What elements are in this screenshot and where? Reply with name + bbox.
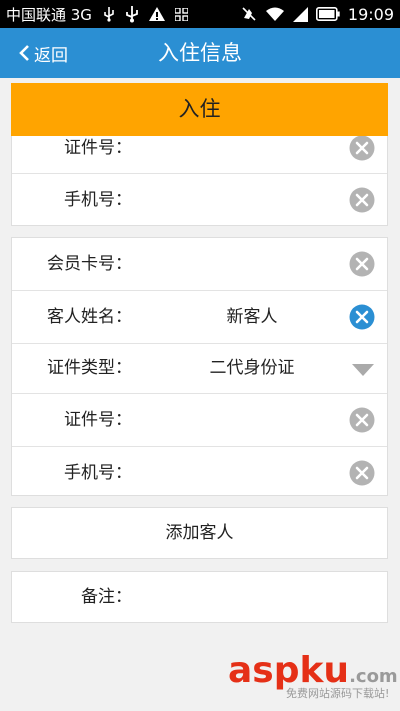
watermark-suffix: .com [349,666,398,687]
status-time: 19:09 [347,4,394,24]
phone-row: 手机号： [12,174,387,226]
usb-icon [104,7,114,22]
clear-icon[interactable] [349,187,375,213]
status-bar: 中国联通 3G 19:09 [0,0,400,28]
member-card-field[interactable] [162,238,342,290]
phone-label-2: 手机号： [64,463,132,483]
guest-name-row: 客人姓名： 新客人 [12,291,387,344]
grid-icon [174,7,188,21]
nav-bar: 返回 入住信息 [0,28,400,78]
id-type-row[interactable]: 证件类型： 二代身份证 [12,344,387,394]
id-number-row-2: 证件号： [12,394,387,447]
clear-icon[interactable] [349,135,375,161]
clear-icon[interactable] [349,407,375,433]
member-card-label: 会员卡号： [47,254,132,274]
watermark-tagline: 免费网站源码下载站! [286,687,390,700]
clear-icon[interactable] [349,460,375,486]
status-icons-left [102,5,188,23]
remarks-label: 备注： [81,587,132,607]
guest-name-field[interactable]: 新客人 [162,291,342,343]
status-icons-right: 19:09 [241,0,394,28]
member-card-row: 会员卡号： [12,238,387,291]
guest-card-2: 会员卡号： 客人姓名： 新客人 证件类型： 二代身份证 证件号： 手机号： [11,237,388,496]
id-type-select[interactable]: 二代身份证 [162,344,342,393]
usb-alt-icon [126,6,138,23]
phone-field[interactable] [162,174,342,226]
remarks-card: 备注： [11,571,388,623]
id-number-field-2[interactable] [162,394,342,446]
clear-icon[interactable] [349,304,375,330]
dropdown-arrow-icon[interactable] [351,363,375,377]
guest-name-label: 客人姓名： [47,307,132,327]
clear-icon[interactable] [349,251,375,277]
phone-label: 手机号： [64,190,132,210]
mute-icon [242,7,256,21]
phone-row-2: 手机号： [12,447,387,499]
phone-field-2[interactable] [162,447,342,499]
guest-card-1: 证件号： 手机号： [11,122,388,226]
carrier-label: 中国联通 3G [6,5,92,24]
remarks-row: 备注： [12,572,387,622]
wifi-icon [265,7,284,21]
page-title: 入住信息 [158,41,242,65]
id-number-label-2: 证件号： [64,410,132,430]
warning-icon [148,7,165,21]
add-guest-button[interactable]: 添加客人 [11,507,388,559]
checkin-button[interactable]: 入住 [11,83,388,136]
signal-icon [292,6,308,22]
battery-icon [315,7,340,21]
id-type-label: 证件类型： [47,358,132,378]
watermark: aspku.com 免费网站源码下载站! [228,650,398,710]
remarks-field[interactable] [162,572,342,622]
